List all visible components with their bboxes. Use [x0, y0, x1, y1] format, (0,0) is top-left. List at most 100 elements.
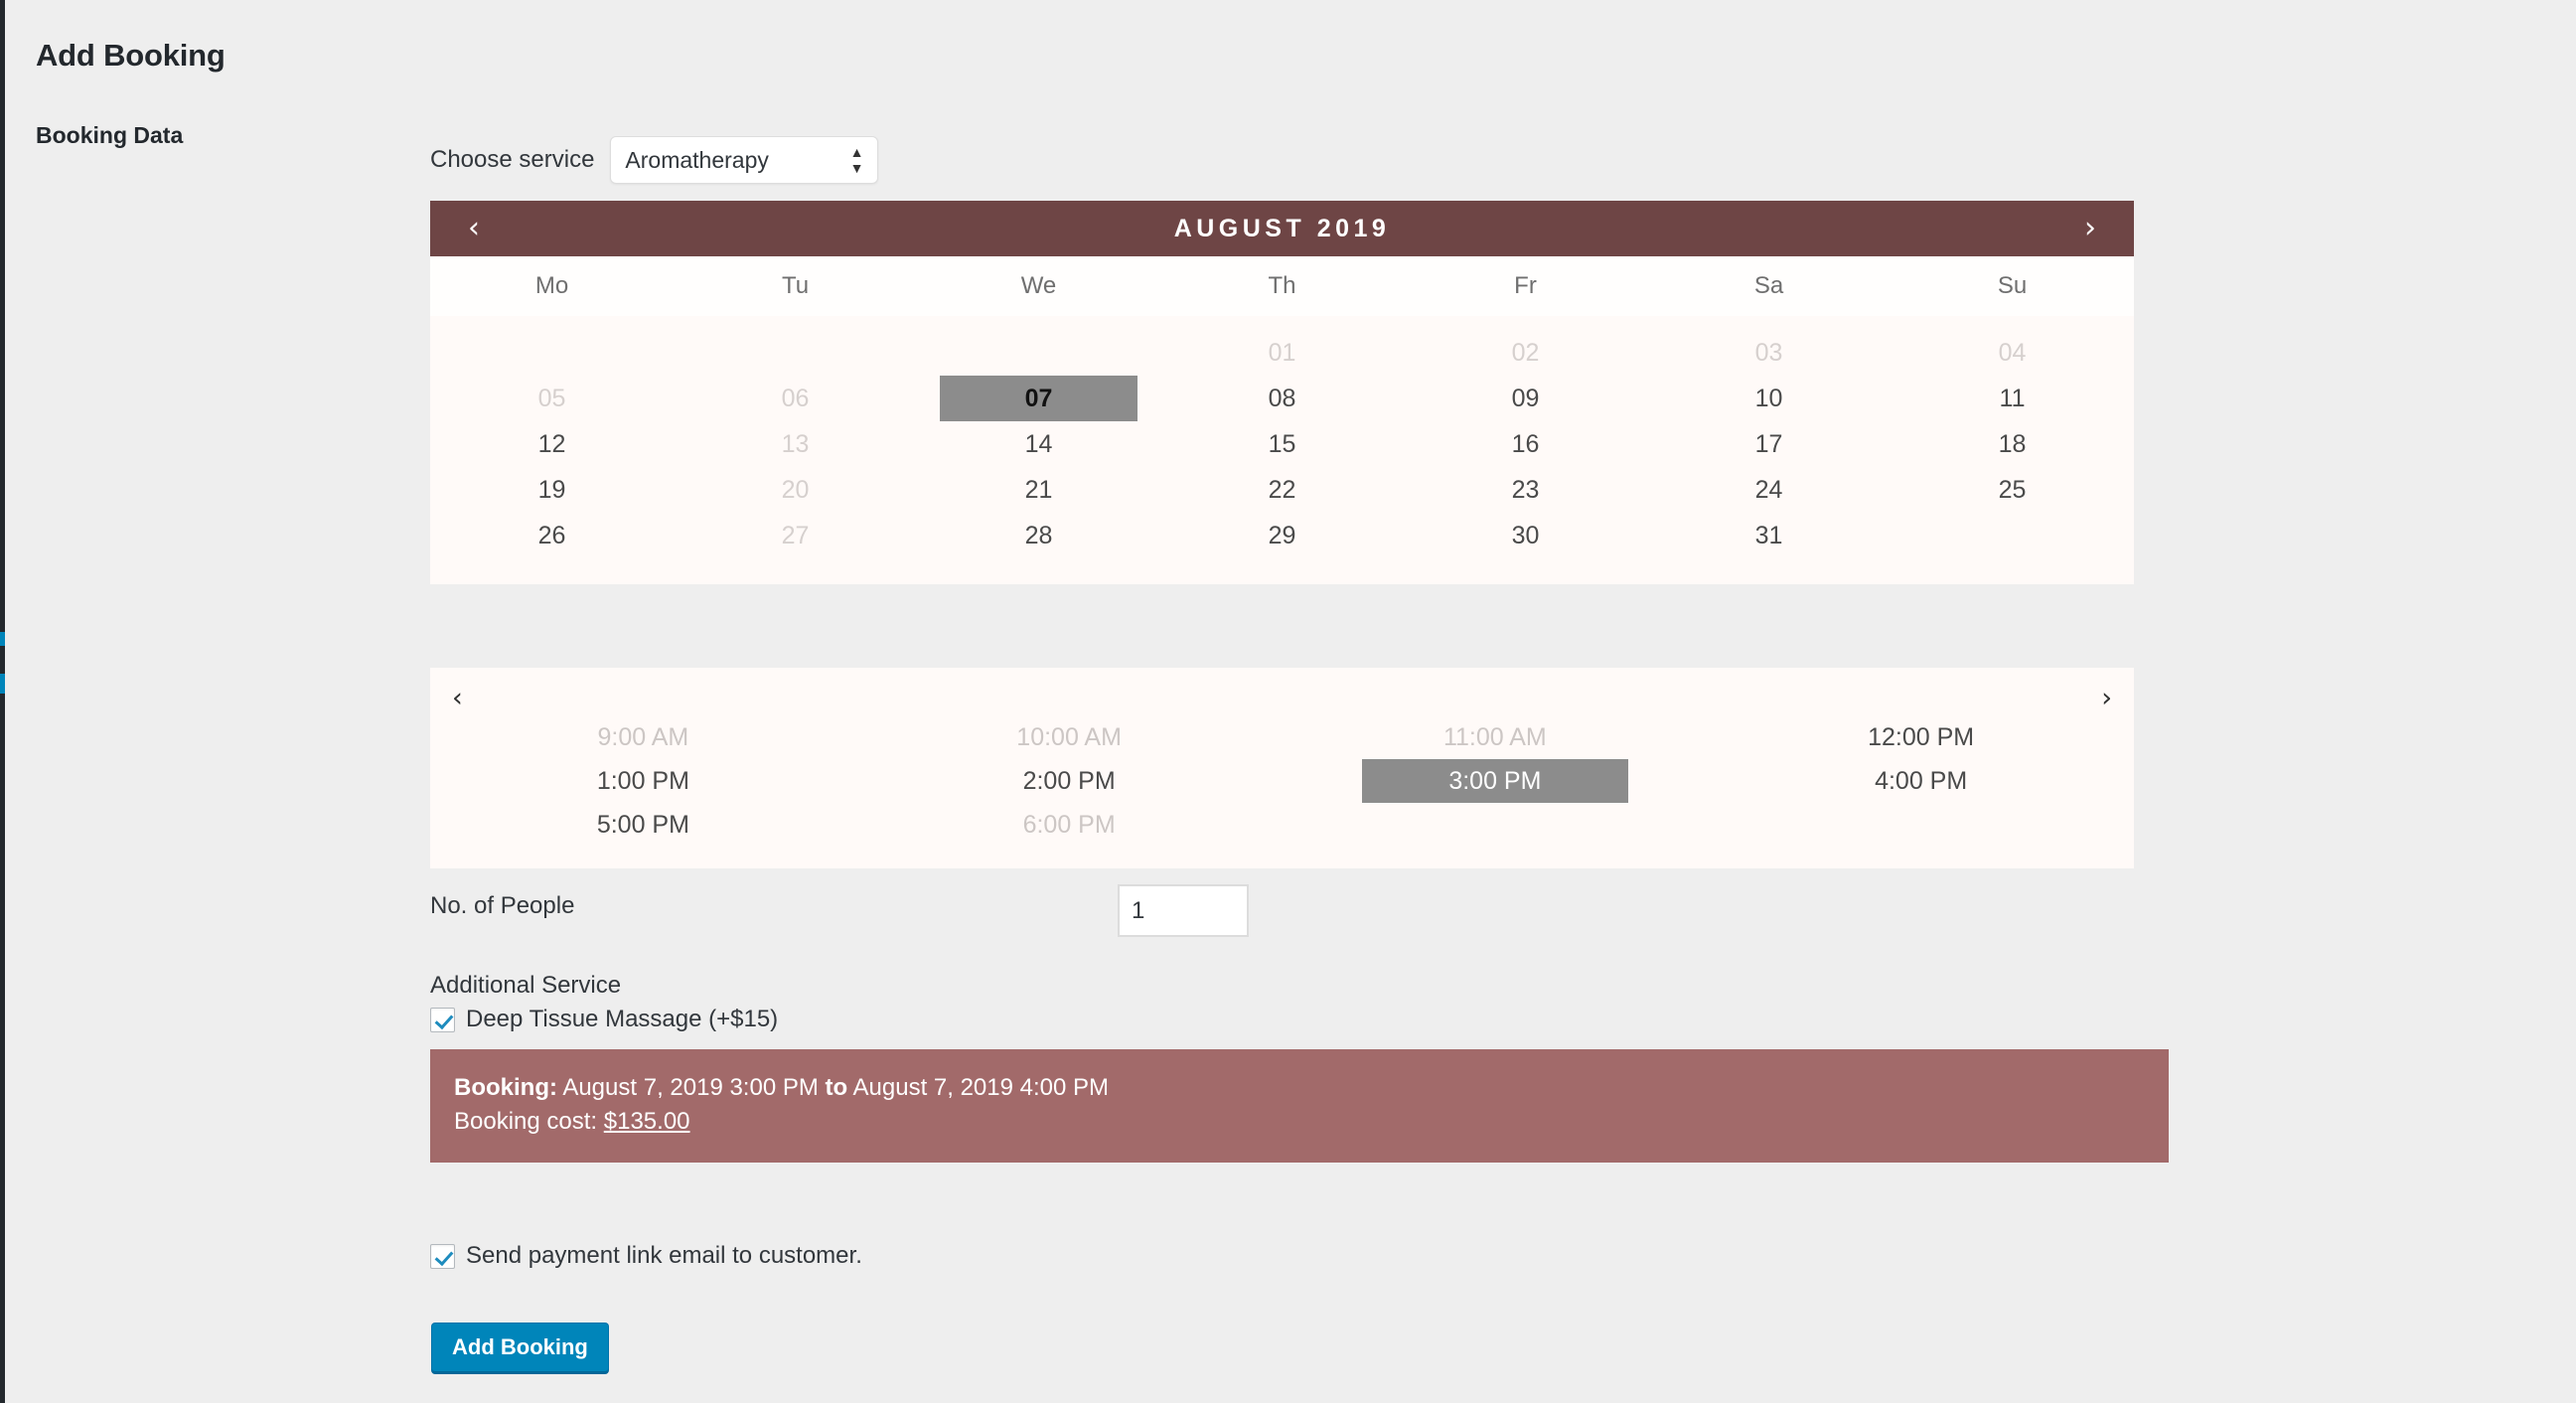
- booking-summary-panel: Booking: August 7, 2019 3:00 PM to Augus…: [430, 1049, 2169, 1164]
- timeslot-10-00-am: 10:00 AM: [1016, 722, 1122, 751]
- booking-summary-cost: Booking cost: $135.00: [454, 1105, 2145, 1139]
- calendar-day-31[interactable]: 31: [1670, 513, 1868, 558]
- calendar-weekday-header: Mo Tu We Th Fr Sa Su: [430, 256, 2134, 316]
- calendar-day-22[interactable]: 22: [1183, 467, 1381, 513]
- timeslot-3-00-pm[interactable]: 3:00 PM: [1361, 759, 1629, 803]
- page-title: Add Booking: [36, 37, 226, 73]
- choose-service-label: Choose service: [430, 146, 595, 173]
- calendar-day-05: 05: [537, 384, 566, 412]
- add-booking-submit-button[interactable]: Add Booking: [431, 1323, 609, 1372]
- timeslot-empty: [1787, 803, 2054, 847]
- section-label-booking-data: Booking Data: [36, 122, 184, 148]
- calendar-day-07[interactable]: 07: [940, 376, 1137, 421]
- calendar-day-26[interactable]: 26: [453, 513, 651, 558]
- people-row: No. of People: [430, 884, 1324, 937]
- calendar-weekday-mo: Mo: [534, 272, 569, 299]
- calendar-day-15[interactable]: 15: [1183, 421, 1381, 467]
- timeslot-1-00-pm[interactable]: 1:00 PM: [510, 759, 777, 803]
- timeslot-nav-row: ‹ ›: [430, 682, 2134, 715]
- calendar-day-02: 02: [1511, 338, 1540, 367]
- calendar-day-empty: [453, 330, 651, 376]
- select-updown-arrows-icon: ▲ ▼: [850, 145, 864, 175]
- timeslot-row: 5:00 PM 6:00 PM: [430, 803, 2134, 847]
- calendar-day-10[interactable]: 10: [1670, 376, 1868, 421]
- calendar-header: ‹ AUGUST 2019 ›: [430, 201, 2134, 256]
- service-select[interactable]: Aromatherapy ▲ ▼: [610, 136, 879, 184]
- send-payment-link-checkbox[interactable]: [430, 1243, 455, 1269]
- calendar-weekday-sa: Sa: [1753, 272, 1784, 299]
- calendar-day-16[interactable]: 16: [1427, 421, 1624, 467]
- service-select-value: Aromatherapy: [625, 146, 769, 173]
- calendar-weekday-th: Th: [1268, 272, 1296, 299]
- send-payment-link-label: Send payment link email to customer.: [466, 1242, 862, 1269]
- timeslot-empty: [1362, 803, 1629, 847]
- booking-summary-start: August 7, 2019 3:00 PM: [562, 1074, 819, 1101]
- calendar-day-empty: [940, 330, 1137, 376]
- admin-sidebar-rail: [0, 0, 5, 1403]
- calendar-day-11[interactable]: 11: [1913, 376, 2111, 421]
- calendar-day-19[interactable]: 19: [453, 467, 651, 513]
- people-count-input[interactable]: [1118, 884, 1249, 937]
- calendar-day-27: 27: [781, 521, 810, 549]
- calendar-day-28[interactable]: 28: [940, 513, 1137, 558]
- calendar-day-20: 20: [781, 475, 810, 504]
- booking-summary-prefix: Booking:: [454, 1074, 557, 1101]
- calendar-week-row: 19 20 21 22 23 24 25: [430, 467, 2134, 513]
- calendar-week-row: 01 02 03 04: [430, 330, 2134, 376]
- timeslot-next-icon[interactable]: ›: [2101, 682, 2112, 715]
- calendar-week-row: 26 27 28 29 30 31: [430, 513, 2134, 558]
- calendar-weekday-fr: Fr: [1514, 272, 1537, 299]
- calendar-day-empty: [696, 330, 894, 376]
- timeslot-picker: ‹ › 9:00 AM 10:00 AM 11:00 AM 12:00 PM 1:00 …: [430, 668, 2134, 868]
- calendar-weekday-su: Su: [1997, 272, 2028, 299]
- sidebar-accent-marker-2: [0, 674, 5, 694]
- timeslot-12-00-pm[interactable]: 12:00 PM: [1787, 715, 2054, 759]
- calendar-day-08[interactable]: 08: [1183, 376, 1381, 421]
- timeslot-4-00-pm[interactable]: 4:00 PM: [1787, 759, 2054, 803]
- send-payment-row[interactable]: Send payment link email to customer.: [430, 1242, 862, 1270]
- additional-service-title: Additional Service: [430, 972, 622, 999]
- timeslot-row: 1:00 PM 2:00 PM 3:00 PM 4:00 PM: [430, 759, 2134, 803]
- calendar-month-title: AUGUST 2019: [1173, 214, 1391, 242]
- calendar-day-23[interactable]: 23: [1427, 467, 1624, 513]
- calendar-weekday-we: We: [1020, 272, 1057, 299]
- select-down-arrow-icon: ▼: [849, 160, 864, 176]
- calendar-day-01: 01: [1268, 338, 1296, 367]
- calendar-day-14[interactable]: 14: [940, 421, 1137, 467]
- timeslot-prev-icon[interactable]: ‹: [452, 682, 463, 715]
- booking-cost-label: Booking cost:: [454, 1108, 598, 1136]
- calendar-day-29[interactable]: 29: [1183, 513, 1381, 558]
- calendar-next-month-icon[interactable]: ›: [2070, 214, 2110, 243]
- calendar-day-24[interactable]: 24: [1670, 467, 1868, 513]
- calendar-day-25[interactable]: 25: [1913, 467, 2111, 513]
- deep-tissue-massage-label: Deep Tissue Massage (+$15): [466, 1006, 779, 1032]
- select-up-arrow-icon: ▲: [849, 144, 864, 160]
- booking-cost-value[interactable]: $135.00: [604, 1108, 690, 1135]
- calendar-day-17[interactable]: 17: [1670, 421, 1868, 467]
- calendar-day-12[interactable]: 12: [453, 421, 651, 467]
- calendar-day-03: 03: [1754, 338, 1783, 367]
- calendar-day-empty: [1913, 513, 2111, 558]
- calendar-day-06: 06: [781, 384, 810, 412]
- calendar-day-04: 04: [1998, 338, 2027, 367]
- calendar-weekday-tu: Tu: [781, 272, 810, 299]
- booking-summary-end: August 7, 2019 4:00 PM: [852, 1074, 1110, 1101]
- calendar-week-row: 05 06 07 08 09 10 11: [430, 376, 2134, 421]
- calendar-day-21[interactable]: 21: [940, 467, 1137, 513]
- sidebar-accent-marker-1: [0, 632, 5, 646]
- deep-tissue-massage-checkbox[interactable]: [430, 1007, 455, 1032]
- timeslot-5-00-pm[interactable]: 5:00 PM: [510, 803, 777, 847]
- timeslot-grid: 9:00 AM 10:00 AM 11:00 AM 12:00 PM 1:00 PM 2:…: [430, 715, 2134, 847]
- timeslot-11-00-am: 11:00 AM: [1442, 722, 1547, 751]
- calendar-week-row: 12 13 14 15 16 17 18: [430, 421, 2134, 467]
- additional-service-option[interactable]: Deep Tissue Massage (+$15): [430, 1006, 778, 1033]
- calendar-day-09[interactable]: 09: [1427, 376, 1624, 421]
- calendar-prev-month-icon[interactable]: ‹: [454, 214, 494, 243]
- booking-calendar: ‹ AUGUST 2019 › Mo Tu We Th Fr Sa Su 01 02 03 04 0…: [430, 201, 2134, 584]
- calendar-day-18[interactable]: 18: [1913, 421, 2111, 467]
- booking-summary-joiner: to: [825, 1074, 848, 1101]
- timeslot-row: 9:00 AM 10:00 AM 11:00 AM 12:00 PM: [430, 715, 2134, 759]
- timeslot-2-00-pm[interactable]: 2:00 PM: [936, 759, 1203, 803]
- calendar-day-30[interactable]: 30: [1427, 513, 1624, 558]
- add-booking-page: Add Booking Booking Data Choose service …: [0, 0, 2576, 1403]
